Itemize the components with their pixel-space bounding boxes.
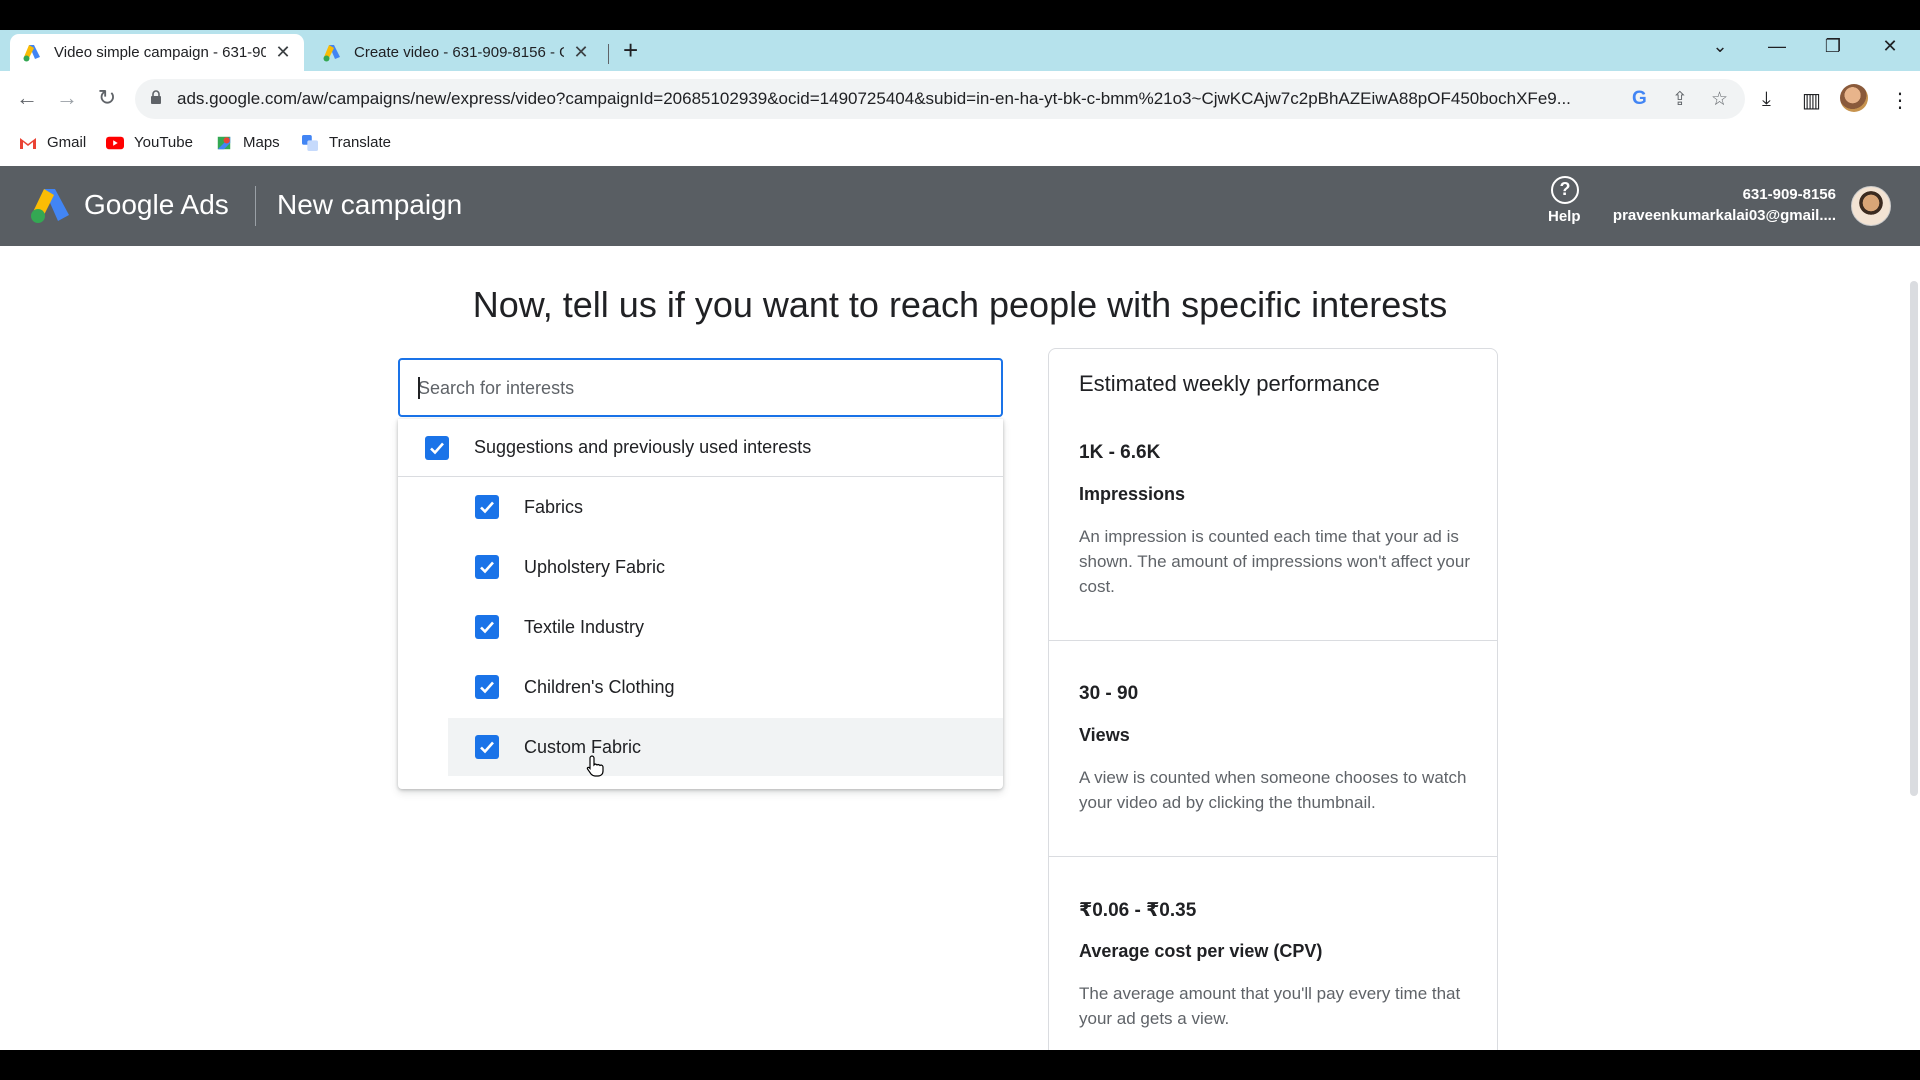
bookmark-maps[interactable]: Maps — [215, 134, 280, 151]
metric-label: Views — [1079, 725, 1130, 745]
card-title: Estimated weekly performance — [1079, 371, 1380, 396]
option-fabrics[interactable]: Fabrics — [448, 478, 1003, 536]
screen: Video simple campaign - 631-90 ✕ Create … — [0, 0, 1920, 1080]
google-ads-icon — [323, 44, 340, 61]
metric-description: The average amount that you'll pay every… — [1079, 984, 1461, 1028]
close-window-icon[interactable]: ✕ — [1870, 36, 1910, 57]
option-label: Suggestions and previously used interest… — [474, 437, 812, 457]
interest-search-box[interactable] — [398, 358, 1003, 417]
option-label: Children's Clothing — [524, 676, 675, 697]
google-ads-icon — [23, 44, 40, 61]
bookmark-gmail[interactable]: Gmail — [19, 134, 86, 151]
help-label[interactable]: Help — [1548, 208, 1581, 225]
avatar[interactable] — [1851, 186, 1891, 226]
tab-video-simple-campaign[interactable]: Video simple campaign - 631-90 ✕ — [10, 34, 304, 71]
address-bar[interactable]: ads.google.com/aw/campaigns/new/express/… — [135, 79, 1745, 119]
close-tab-icon[interactable]: ✕ — [274, 42, 292, 63]
tab-create-video[interactable]: Create video - 631-909-8156 - G ✕ — [310, 34, 602, 71]
option-label: Fabrics — [524, 496, 584, 517]
bookmark-youtube[interactable]: YouTube — [106, 134, 193, 151]
scrollbar[interactable] — [1910, 281, 1918, 796]
maps-icon — [217, 136, 231, 149]
side-panel-icon[interactable]: ▥ — [1802, 88, 1821, 113]
account-email: praveenkumarkalai03@gmail.... — [1612, 207, 1836, 224]
metric-description: A view is counted when someone chooses t… — [1079, 768, 1467, 812]
option-textile-industry[interactable]: Textile Industry — [448, 598, 1003, 656]
option-label: Textile Industry — [524, 616, 645, 637]
page-content: Now, tell us if you want to reach people… — [0, 246, 1920, 1050]
option-upholstery-fabric[interactable]: Upholstery Fabric — [448, 538, 1003, 596]
metric-value: 1K - 6.6K — [1079, 442, 1161, 463]
divider — [1049, 640, 1497, 641]
tab-strip: Video simple campaign - 631-90 ✕ Create … — [0, 30, 1920, 71]
checkbox-checked-icon[interactable] — [475, 555, 499, 579]
checkbox-checked-icon[interactable] — [475, 675, 499, 699]
brand-name: Google Ads — [84, 189, 229, 220]
bookmark-star-icon[interactable]: ☆ — [1711, 88, 1728, 111]
divider — [1049, 856, 1497, 857]
checkbox-checked-icon[interactable] — [475, 735, 499, 759]
page-heading: Now, tell us if you want to reach people… — [472, 284, 1448, 325]
close-tab-icon[interactable]: ✕ — [572, 42, 590, 63]
search-input[interactable] — [418, 375, 978, 401]
account-info[interactable]: 631-909-8156 praveenkumarkalai03@gmail..… — [1613, 186, 1836, 224]
browser-toolbar: ← → ↻ ads.google.com/aw/campaigns/new/ex… — [0, 71, 1920, 126]
metric-value: ₹0.06 - ₹0.35 — [1079, 900, 1197, 921]
help-icon[interactable]: ? — [1551, 176, 1579, 204]
option-childrens-clothing[interactable]: Children's Clothing — [448, 658, 1003, 716]
share-icon[interactable]: ⇪ — [1672, 88, 1688, 111]
minimize-icon[interactable]: — — [1757, 36, 1797, 57]
lock-icon — [151, 90, 161, 104]
checkbox-checked-icon[interactable] — [475, 615, 499, 639]
google-lens-icon[interactable]: G — [1632, 88, 1647, 110]
translate-icon — [302, 134, 318, 151]
metric-description: An impression is counted each time that … — [1079, 527, 1470, 596]
restore-icon[interactable]: ❐ — [1813, 36, 1853, 57]
tab-title: Create video - 631-909-8156 - G — [354, 44, 564, 61]
hand-pointer-icon — [586, 755, 604, 777]
forward-icon[interactable]: → — [53, 85, 81, 111]
header-divider — [255, 186, 256, 226]
option-label: Custom Fabric — [524, 736, 642, 757]
checkbox-checked-icon[interactable] — [475, 495, 499, 519]
checkbox-checked-icon[interactable] — [425, 435, 449, 460]
estimated-performance-card: Estimated weekly performance 1K - 6.6K I… — [1048, 348, 1498, 1050]
google-ads-header: Google Ads New campaign ? Help 631-909-8… — [0, 166, 1920, 246]
download-icon[interactable]: ⤓ — [1762, 88, 1771, 111]
bookmarks-bar: Gmail YouTube Maps Translate — [0, 126, 1920, 166]
new-tab-icon[interactable]: + — [623, 30, 638, 71]
option-custom-fabric[interactable]: Custom Fabric — [448, 718, 1003, 776]
metric-label: Average cost per view (CPV) — [1079, 941, 1323, 961]
account-id: 631-909-8156 — [1742, 186, 1836, 203]
gmail-icon — [20, 137, 36, 149]
youtube-icon — [106, 136, 124, 149]
tab-separator — [608, 44, 609, 64]
profile-avatar[interactable] — [1840, 84, 1868, 112]
page-title: New campaign — [277, 189, 463, 220]
metric-label: Impressions — [1079, 484, 1186, 504]
metric-value: 30 - 90 — [1079, 683, 1139, 704]
option-suggestions-parent[interactable]: Suggestions and previously used interest… — [398, 419, 1003, 477]
option-label: Upholstery Fabric — [524, 556, 666, 577]
text-cursor — [418, 377, 420, 399]
tab-title: Video simple campaign - 631-90 — [54, 44, 266, 61]
bookmark-translate[interactable]: Translate — [301, 134, 391, 151]
reload-icon[interactable]: ↻ — [93, 85, 121, 111]
google-ads-logo-icon — [31, 189, 69, 223]
back-icon[interactable]: ← — [13, 85, 41, 111]
url-text: ads.google.com/aw/campaigns/new/express/… — [177, 89, 1571, 108]
tab-search-icon[interactable]: ⌄ — [1700, 36, 1740, 57]
menu-icon[interactable]: ⋮ — [1890, 88, 1910, 113]
interest-suggestions-dropdown: Suggestions and previously used interest… — [398, 419, 1003, 789]
